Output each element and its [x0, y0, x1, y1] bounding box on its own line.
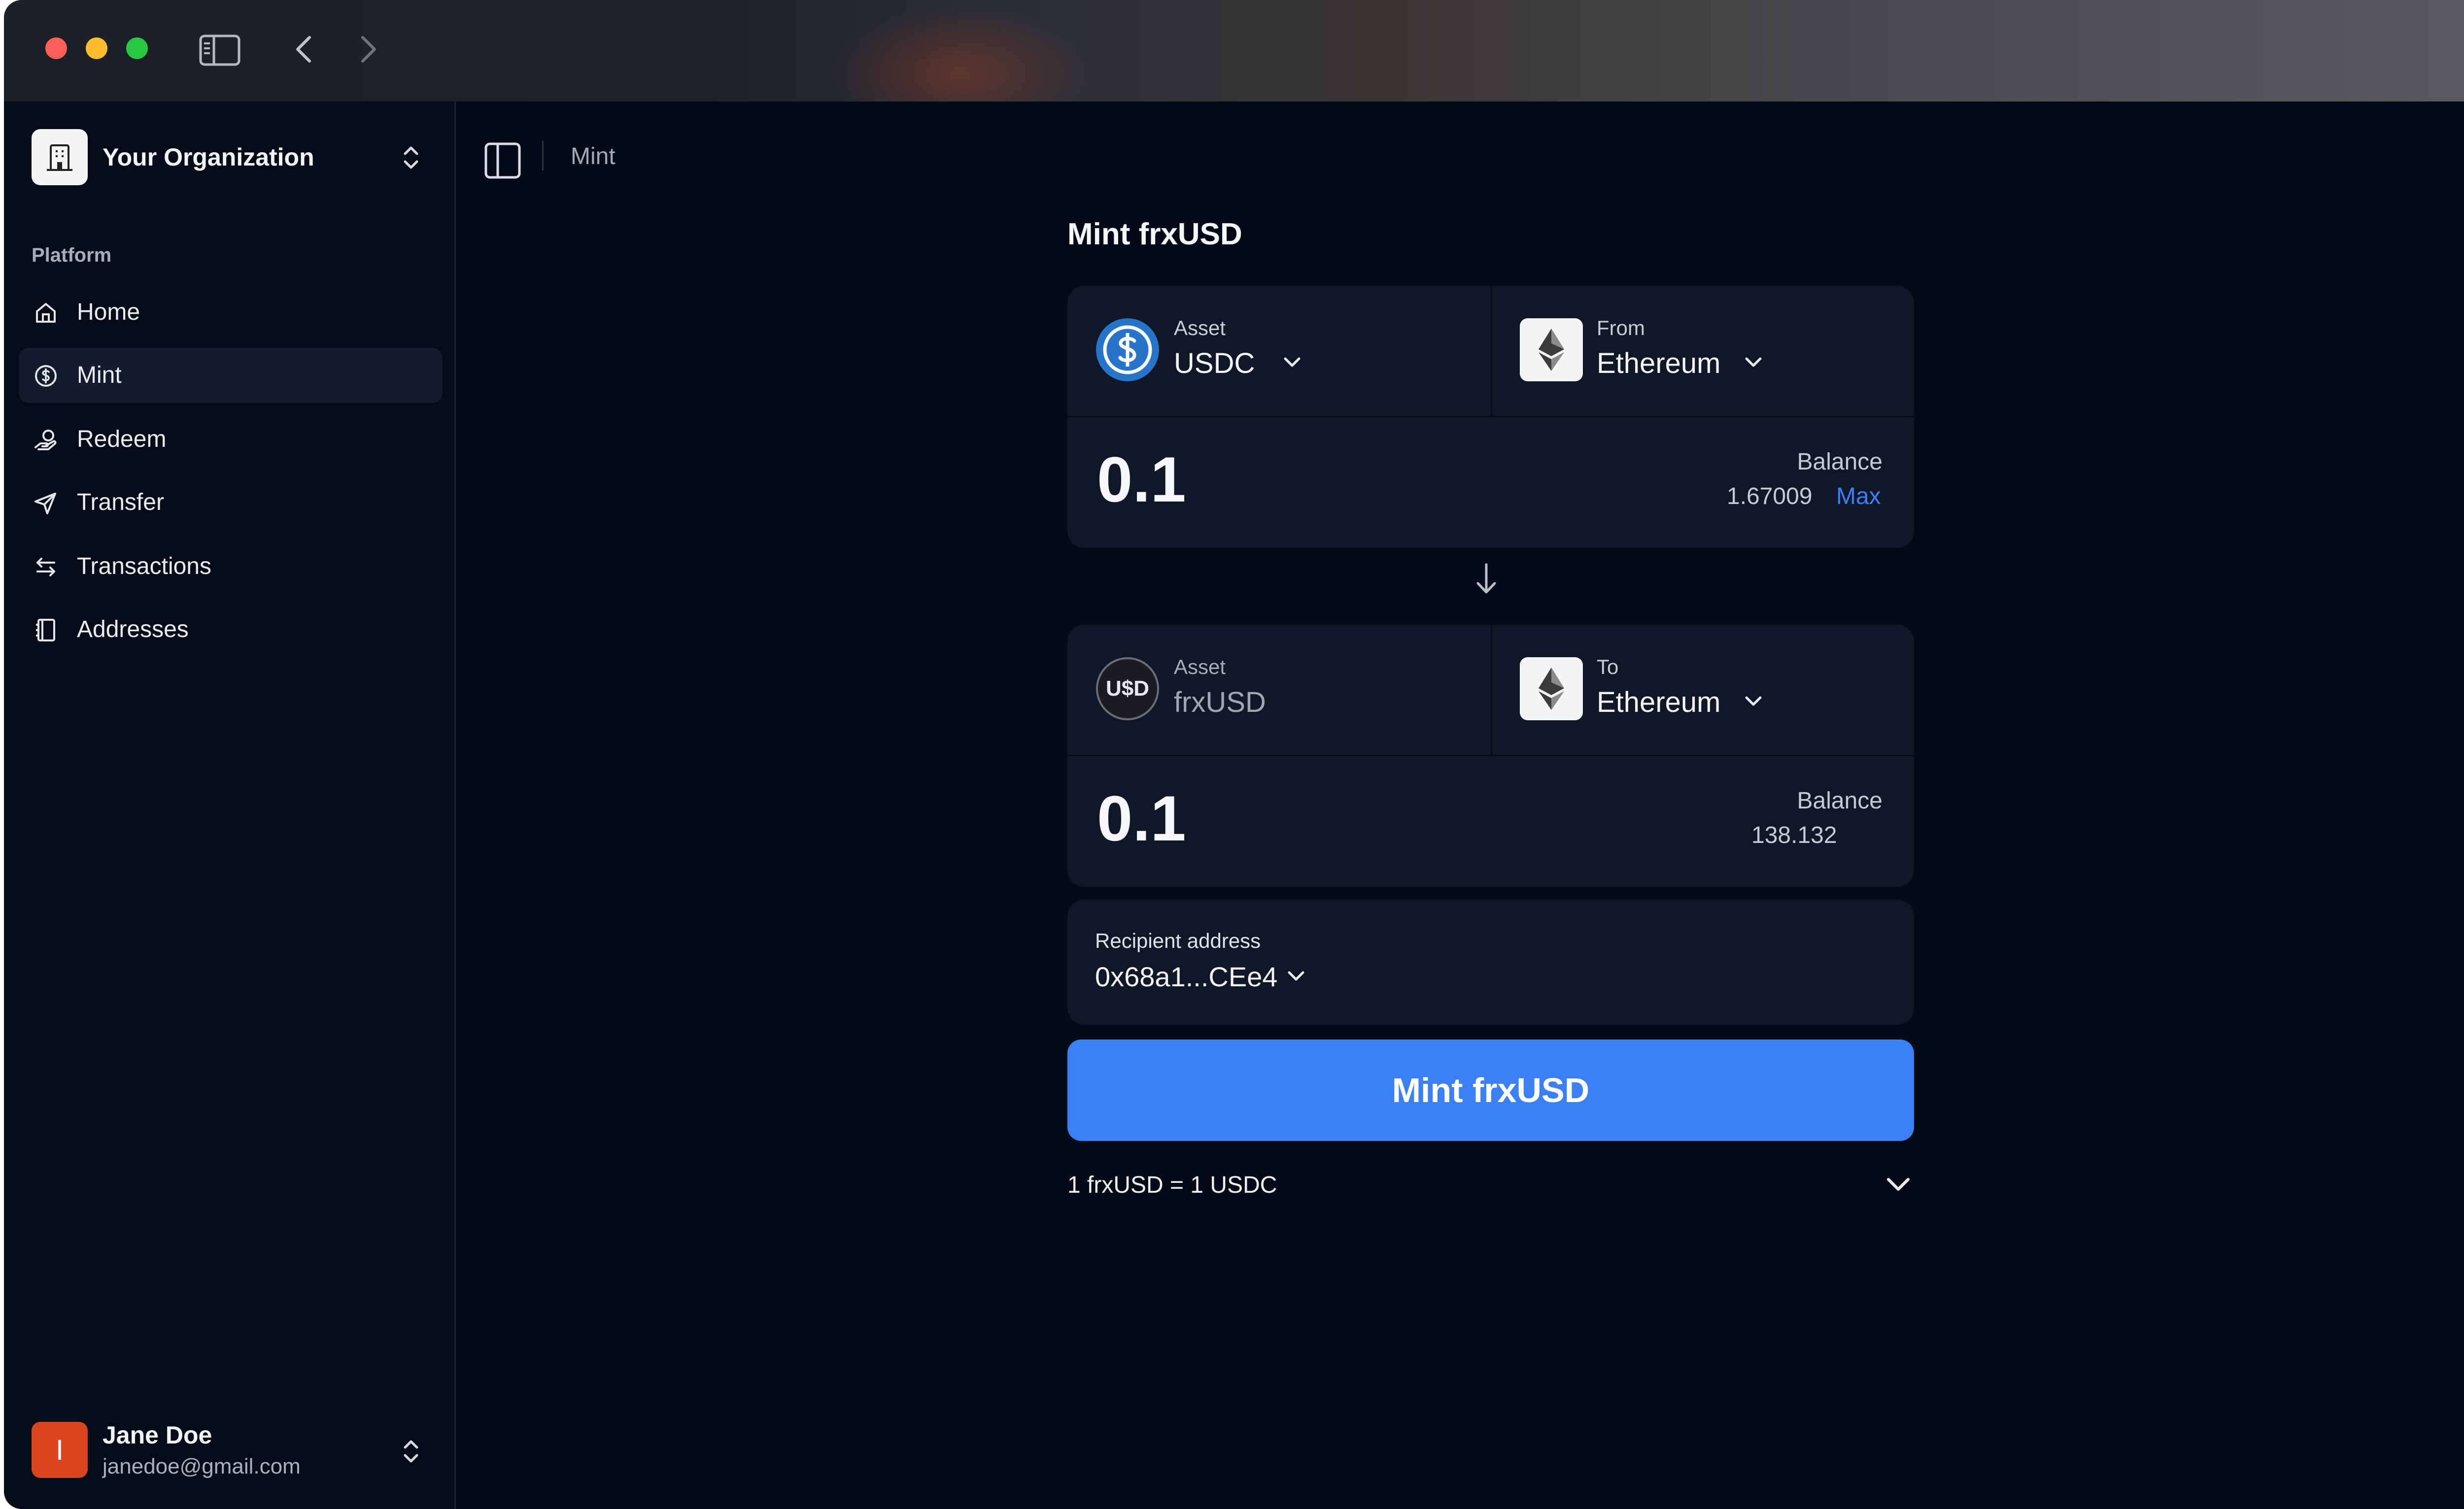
- asset-value: USDC: [1174, 347, 1255, 379]
- chain-value: Ethereum: [1597, 686, 1721, 718]
- section-label-platform: Platform: [32, 244, 112, 266]
- ethereum-logo: [1520, 318, 1583, 381]
- asset-value: frxUSD: [1174, 686, 1266, 718]
- chevron-down-icon[interactable]: [1286, 969, 1306, 983]
- recipient-address[interactable]: 0x68a1...CEe4: [1095, 961, 1277, 993]
- maximize-window-button[interactable]: [126, 37, 148, 59]
- sidebar-item-label: Addresses: [77, 616, 189, 642]
- chevron-down-icon: [1745, 696, 1762, 706]
- balance-label: Balance: [1797, 449, 1882, 475]
- recipient-label: Recipient address: [1095, 929, 1261, 952]
- address-book-icon: [36, 619, 55, 641]
- chain-value: Ethereum: [1597, 347, 1721, 379]
- ethereum-logo: [1520, 657, 1583, 720]
- redeem-icon: [34, 430, 57, 450]
- asset-label: Asset: [1174, 316, 1226, 339]
- sidebar: Your Organization Platform Home Mint Red…: [4, 101, 456, 1509]
- arrows-left-right-icon: [36, 558, 55, 576]
- sidebar-item-label: Home: [77, 299, 140, 325]
- amount-input[interactable]: 0.1: [1097, 442, 1186, 516]
- avatar[interactable]: I: [32, 1422, 88, 1478]
- forward-arrow-icon[interactable]: [358, 34, 379, 64]
- sidebar-item-mint[interactable]: Mint: [19, 348, 443, 403]
- dollar-circle-icon: [35, 365, 57, 387]
- app-window: Your Organization Platform Home Mint Red…: [4, 0, 2464, 1509]
- asset-label: Asset: [1174, 655, 1226, 678]
- sidebar-toggle-icon[interactable]: [199, 34, 240, 66]
- send-icon: [34, 493, 56, 514]
- chevron-down-icon: [1284, 357, 1300, 367]
- balance-value: 138.132: [1751, 822, 1837, 848]
- max-button[interactable]: Max: [1836, 483, 1881, 510]
- breadcrumb-divider: [542, 141, 544, 170]
- sidebar-item-transactions[interactable]: Transactions: [19, 539, 443, 594]
- sidebar-item-transfer[interactable]: Transfer: [19, 475, 443, 530]
- sidebar-item-label: Redeem: [77, 426, 167, 452]
- chevron-up-down-icon[interactable]: [401, 1439, 421, 1464]
- sidebar-item-label: Transactions: [77, 553, 211, 579]
- sidebar-item-label: Transfer: [77, 489, 164, 515]
- frxusd-icon-text: U$D: [1105, 676, 1150, 701]
- organization-name[interactable]: Your Organization: [103, 143, 314, 171]
- balance-value: 1.67009: [1727, 483, 1813, 509]
- card-row-divider: [1067, 416, 1914, 417]
- user-name[interactable]: Jane Doe: [103, 1421, 212, 1449]
- sidebar-item-addresses[interactable]: Addresses: [19, 602, 443, 657]
- breadcrumb: Mint: [571, 143, 616, 169]
- minimize-window-button[interactable]: [86, 37, 107, 59]
- title-bar: [4, 0, 2464, 101]
- sidebar-item-label: Mint: [77, 362, 122, 388]
- mint-button[interactable]: Mint frxUSD: [1067, 1040, 1914, 1141]
- sidebar-item-redeem[interactable]: Redeem: [19, 412, 443, 467]
- exchange-rate: 1 frxUSD = 1 USDC: [1067, 1172, 1277, 1198]
- usdc-icon: [1096, 318, 1159, 381]
- chevron-down-icon: [1745, 357, 1762, 367]
- to-card: U$D Asset frxUSD To Ethereum 0.1 Balance…: [1067, 625, 1914, 887]
- arrow-down-icon: [1476, 563, 1496, 594]
- back-arrow-icon[interactable]: [293, 34, 314, 64]
- sidebar-item-home[interactable]: Home: [19, 285, 443, 340]
- recipient-card[interactable]: Recipient address 0x68a1...CEe4: [1067, 900, 1914, 1025]
- panel-toggle-icon[interactable]: [484, 142, 521, 179]
- ethereum-icon: [1539, 329, 1564, 371]
- chevron-up-down-icon[interactable]: [401, 145, 421, 170]
- balance-label: Balance: [1797, 788, 1882, 814]
- chain-label: From: [1597, 316, 1645, 339]
- building-icon: [47, 144, 72, 171]
- organization-logo[interactable]: [32, 129, 88, 185]
- home-icon: [36, 303, 56, 323]
- frxusd-icon: U$D: [1096, 657, 1159, 720]
- chevron-down-icon[interactable]: [1884, 1174, 1912, 1194]
- main-content: Mint Mint frxUSD Asset USDC From Ethereu…: [454, 101, 2464, 1509]
- user-email: janedoe@gmail.com: [103, 1454, 301, 1478]
- ethereum-icon: [1539, 668, 1564, 710]
- from-card: Asset USDC From Ethereum 0.1 Balance 1.6…: [1067, 286, 1914, 548]
- page-title: Mint frxUSD: [1067, 217, 1242, 251]
- card-divider: [1491, 625, 1492, 755]
- output-amount: 0.1: [1097, 782, 1186, 854]
- card-divider: [1491, 286, 1492, 416]
- close-window-button[interactable]: [45, 37, 67, 59]
- chain-label: To: [1597, 655, 1619, 678]
- card-row-divider: [1067, 755, 1914, 756]
